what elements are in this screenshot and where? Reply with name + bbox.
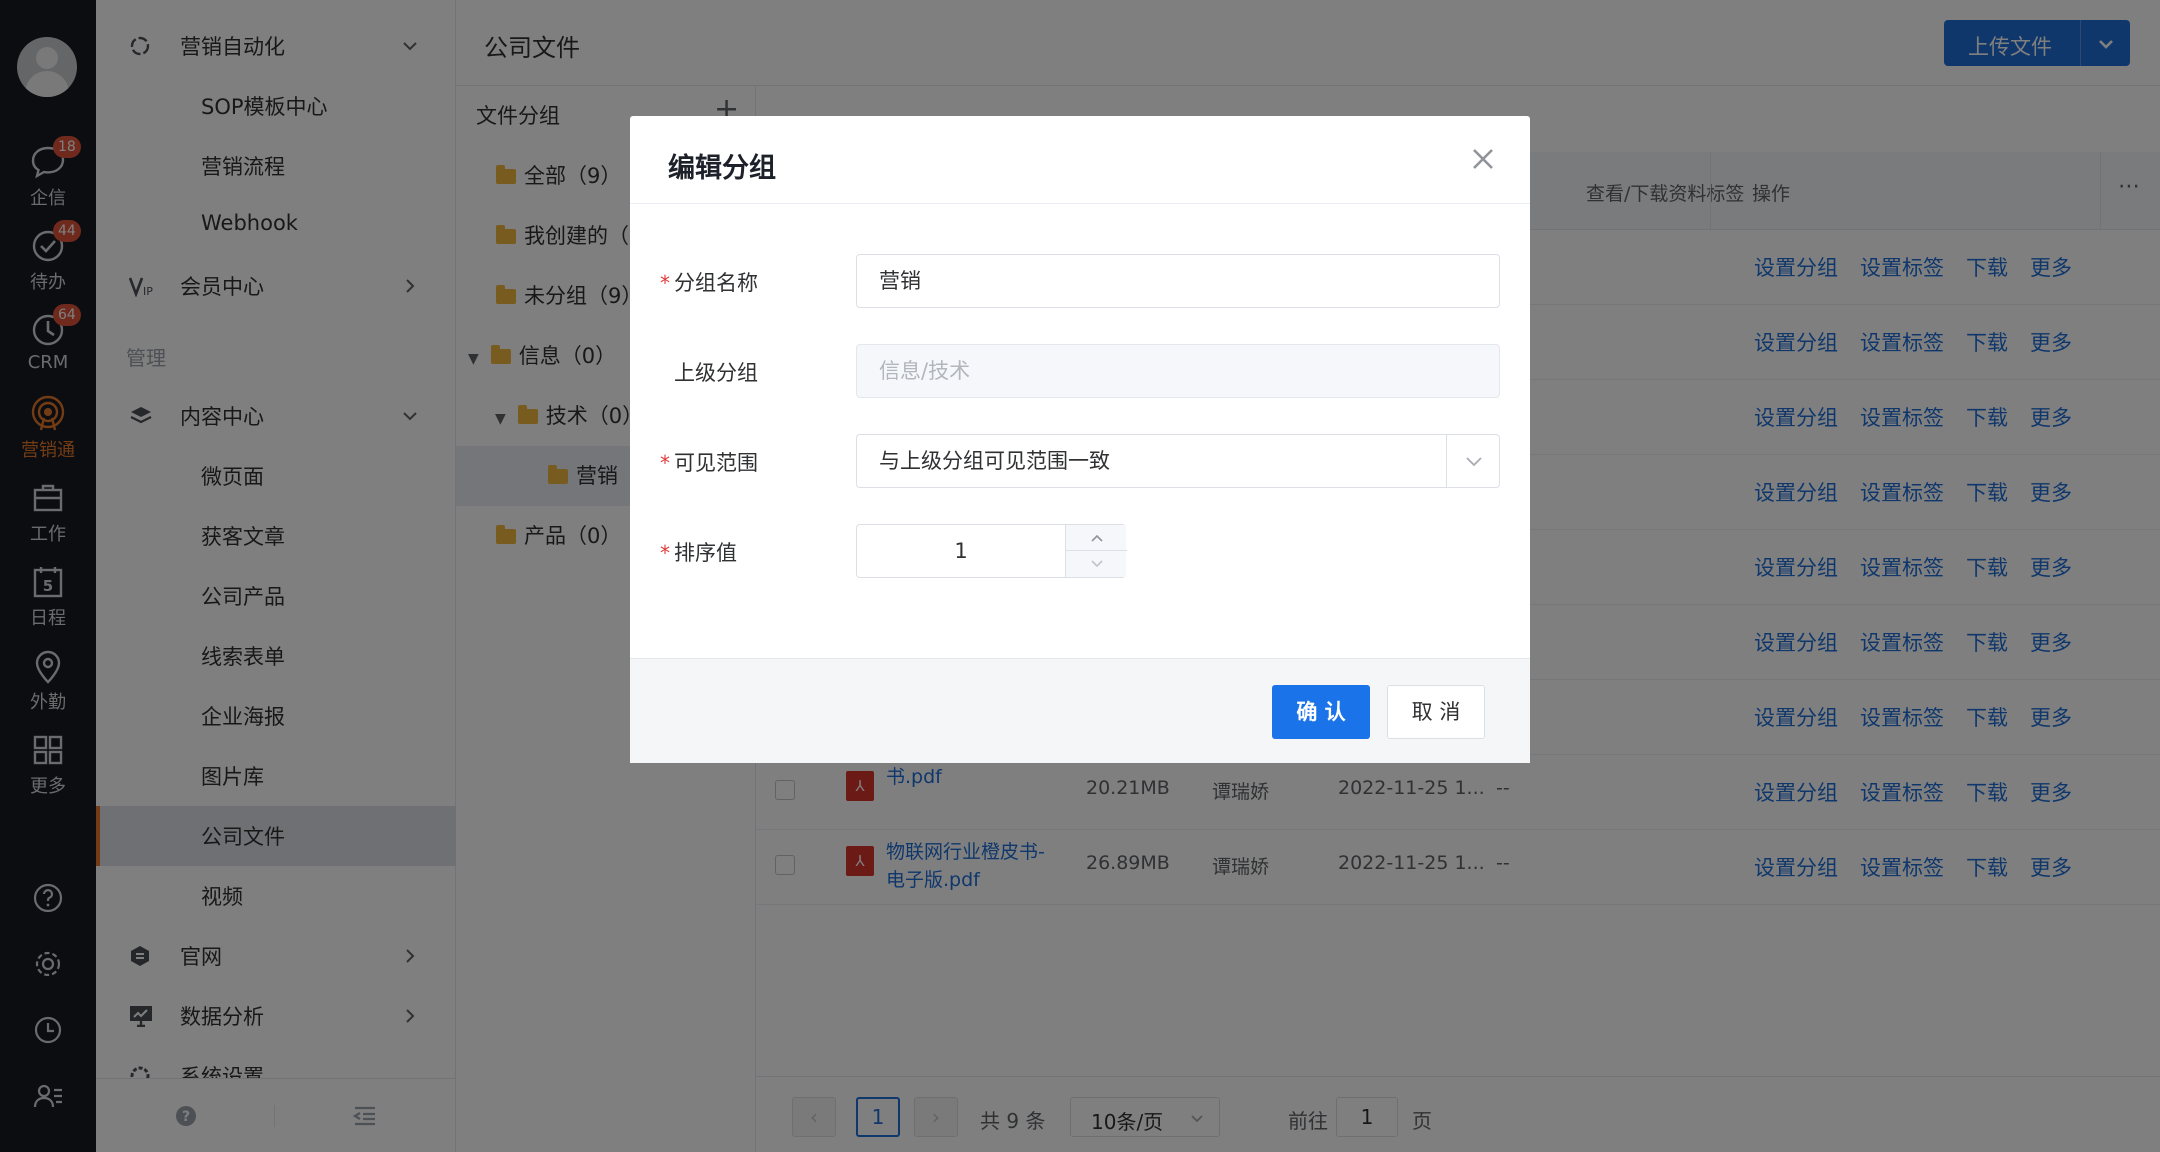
confirm-button[interactable]: 确 认 bbox=[1272, 685, 1370, 739]
increment-button[interactable] bbox=[1066, 525, 1127, 551]
field-label: * 可见范围 bbox=[660, 447, 758, 477]
field-label-text: 排序值 bbox=[674, 541, 737, 565]
required-mark: * bbox=[660, 451, 670, 475]
form-row-visibility: * 可见范围 与上级分组可见范围一致 bbox=[630, 434, 1530, 490]
field-label: * 排序值 bbox=[660, 537, 737, 567]
visibility-value: 与上级分组可见范围一致 bbox=[879, 449, 1110, 473]
chevron-up-icon bbox=[1090, 534, 1103, 542]
chevron-down-icon bbox=[1465, 457, 1482, 467]
dialog-title: 编辑分组 bbox=[668, 153, 776, 184]
form-row-sort: * 排序值 1 bbox=[630, 524, 1530, 580]
required-mark: * bbox=[660, 541, 670, 565]
cancel-button[interactable]: 取 消 bbox=[1387, 685, 1485, 739]
visibility-dropdown-toggle[interactable] bbox=[1446, 434, 1500, 488]
visibility-select[interactable]: 与上级分组可见范围一致 bbox=[856, 434, 1500, 488]
dialog-header: 编辑分组 bbox=[630, 116, 1530, 204]
form-row-parent-group: *上级分组 信息/技术 bbox=[630, 344, 1530, 400]
form-row-group-name: * 分组名称 营销 bbox=[630, 254, 1530, 310]
edit-group-dialog: 编辑分组 *分组名称 营销 *上级分组 信息/技术 *可见范围 与上级分组可见范… bbox=[630, 116, 1530, 763]
field-label: * 分组名称 bbox=[660, 267, 758, 297]
sort-value-input[interactable]: 1 bbox=[857, 525, 1065, 577]
field-label-text: 上级分组 bbox=[674, 361, 758, 385]
close-icon[interactable] bbox=[1468, 144, 1498, 174]
chevron-down-icon bbox=[1090, 560, 1103, 568]
sort-stepper bbox=[1065, 525, 1127, 577]
group-name-input[interactable]: 营销 bbox=[856, 254, 1500, 308]
required-mark: * bbox=[660, 271, 670, 295]
parent-group-input: 信息/技术 bbox=[856, 344, 1500, 398]
dialog-footer: 确 认 取 消 bbox=[630, 658, 1530, 763]
sort-number-input: 1 bbox=[856, 524, 1127, 578]
field-label: *上级分组 bbox=[660, 357, 758, 387]
decrement-button[interactable] bbox=[1066, 551, 1127, 577]
field-label-text: 分组名称 bbox=[674, 271, 758, 295]
field-label-text: 可见范围 bbox=[674, 451, 758, 475]
